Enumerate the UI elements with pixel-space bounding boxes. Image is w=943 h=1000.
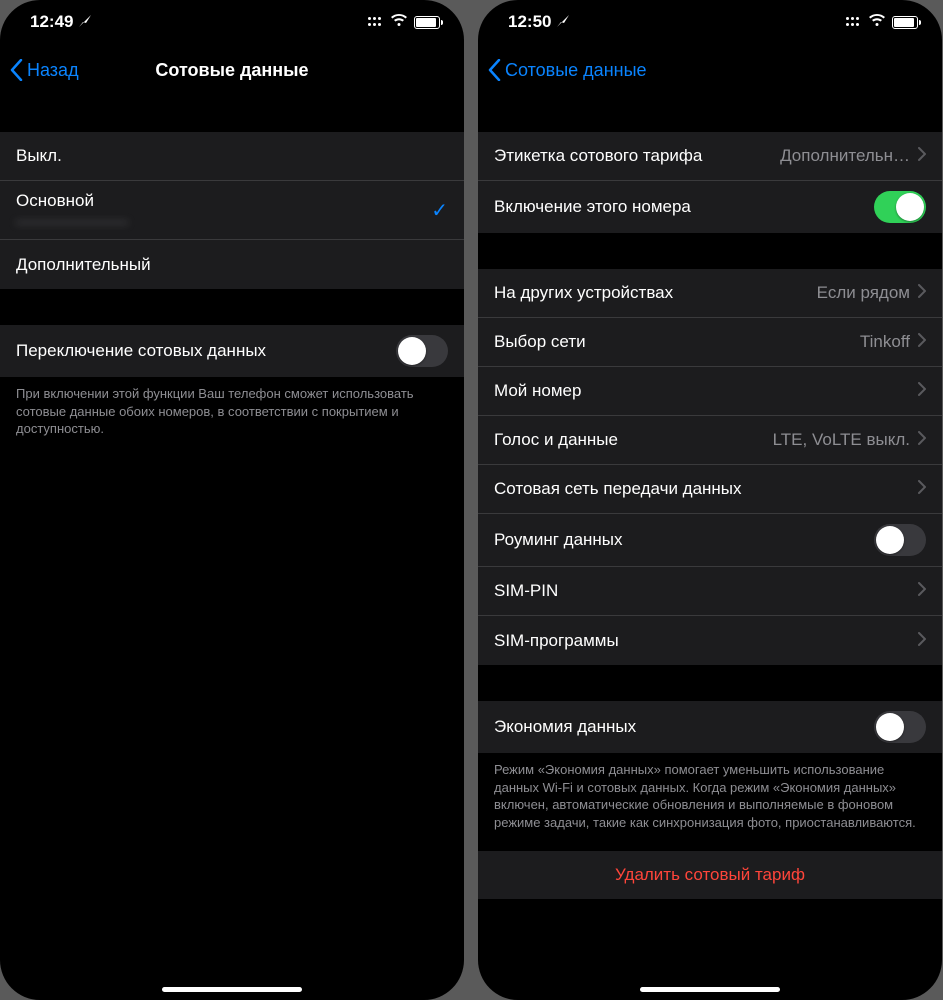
row-value: Дополнительн… <box>780 146 910 166</box>
network-selection-row[interactable]: Выбор сети Tinkoff <box>478 318 942 367</box>
phone-left: 12:49 Назад Сотовые данные Выкл. <box>0 0 464 1000</box>
cellular-data-network-row[interactable]: Сотовая сеть передачи данных <box>478 465 942 514</box>
page-title: Сотовые данные <box>155 60 308 81</box>
row-label: Этикетка сотового тарифа <box>494 146 780 166</box>
back-label: Назад <box>27 60 79 81</box>
low-data-mode-row[interactable]: Экономия данных <box>478 701 942 753</box>
chevron-right-icon <box>918 430 926 450</box>
wifi-icon <box>390 12 408 32</box>
row-label: Сотовая сеть передачи данных <box>494 479 918 499</box>
delete-plan-label: Удалить сотовый тариф <box>615 865 805 884</box>
home-indicator[interactable] <box>640 987 780 992</box>
row-label: SIM-программы <box>494 631 918 651</box>
option-primary[interactable]: Основной ———————— ✓ <box>0 181 464 240</box>
battery-icon <box>414 16 440 29</box>
back-button[interactable]: Назад <box>10 59 79 81</box>
row-label: Включение этого номера <box>494 197 874 217</box>
chevron-right-icon <box>918 283 926 303</box>
low-data-mode-toggle[interactable] <box>874 711 926 743</box>
chevron-right-icon <box>918 332 926 352</box>
chevron-right-icon <box>918 479 926 499</box>
data-roaming-row[interactable]: Роуминг данных <box>478 514 942 567</box>
wifi-icon <box>868 12 886 32</box>
option-sublabel: ———————— <box>16 213 431 229</box>
back-label: Сотовые данные <box>505 60 647 81</box>
nav-bar: Назад Сотовые данные <box>0 44 464 96</box>
cellular-switching-toggle[interactable] <box>396 335 448 367</box>
option-label: Основной <box>16 191 431 211</box>
dual-sim-icon <box>844 15 862 29</box>
checkmark-icon: ✓ <box>431 198 448 223</box>
cellular-switching-row[interactable]: Переключение сотовых данных <box>0 325 464 377</box>
sim-applications-row[interactable]: SIM-программы <box>478 616 942 665</box>
nav-bar: Сотовые данные <box>478 44 942 96</box>
row-value: Если рядом <box>817 283 910 303</box>
row-label: На других устройствах <box>494 283 817 303</box>
status-bar: 12:49 <box>0 0 464 44</box>
option-label: Выкл. <box>16 146 448 166</box>
cellular-plan-label-row[interactable]: Этикетка сотового тарифа Дополнительн… <box>478 132 942 181</box>
row-label: Голос и данные <box>494 430 773 450</box>
voice-data-row[interactable]: Голос и данные LTE, VoLTE выкл. <box>478 416 942 465</box>
option-off[interactable]: Выкл. <box>0 132 464 181</box>
chevron-right-icon <box>918 146 926 166</box>
status-time: 12:50 <box>508 12 551 32</box>
row-label: SIM-PIN <box>494 581 918 601</box>
back-button[interactable]: Сотовые данные <box>488 59 647 81</box>
chevron-right-icon <box>918 581 926 601</box>
home-indicator[interactable] <box>162 987 302 992</box>
status-bar: 12:50 <box>478 0 942 44</box>
enable-number-row[interactable]: Включение этого номера <box>478 181 942 233</box>
chevron-right-icon <box>918 381 926 401</box>
row-label: Роуминг данных <box>494 530 874 550</box>
row-label: Выбор сети <box>494 332 860 352</box>
row-value: LTE, VoLTE выкл. <box>773 430 910 450</box>
dual-sim-icon <box>366 15 384 29</box>
chevron-right-icon <box>918 631 926 651</box>
section-footer: При включении этой функции Ваш телефон с… <box>0 377 464 438</box>
sim-pin-row[interactable]: SIM-PIN <box>478 567 942 616</box>
location-icon <box>79 14 91 30</box>
enable-number-toggle[interactable] <box>874 191 926 223</box>
status-time: 12:49 <box>30 12 73 32</box>
row-label: Переключение сотовых данных <box>16 341 396 361</box>
data-roaming-toggle[interactable] <box>874 524 926 556</box>
section-footer: Режим «Экономия данных» помогает уменьши… <box>478 753 942 831</box>
other-devices-row[interactable]: На других устройствах Если рядом <box>478 269 942 318</box>
location-icon <box>557 14 569 30</box>
row-label: Экономия данных <box>494 717 874 737</box>
delete-plan-button[interactable]: Удалить сотовый тариф <box>478 851 942 899</box>
row-label: Мой номер <box>494 381 918 401</box>
battery-icon <box>892 16 918 29</box>
option-secondary[interactable]: Дополнительный <box>0 240 464 289</box>
row-value: Tinkoff <box>860 332 910 352</box>
option-label: Дополнительный <box>16 255 448 275</box>
phone-right: 12:50 Сотовые данные Этикетка сотового т… <box>478 0 942 1000</box>
my-number-row[interactable]: Мой номер <box>478 367 942 416</box>
